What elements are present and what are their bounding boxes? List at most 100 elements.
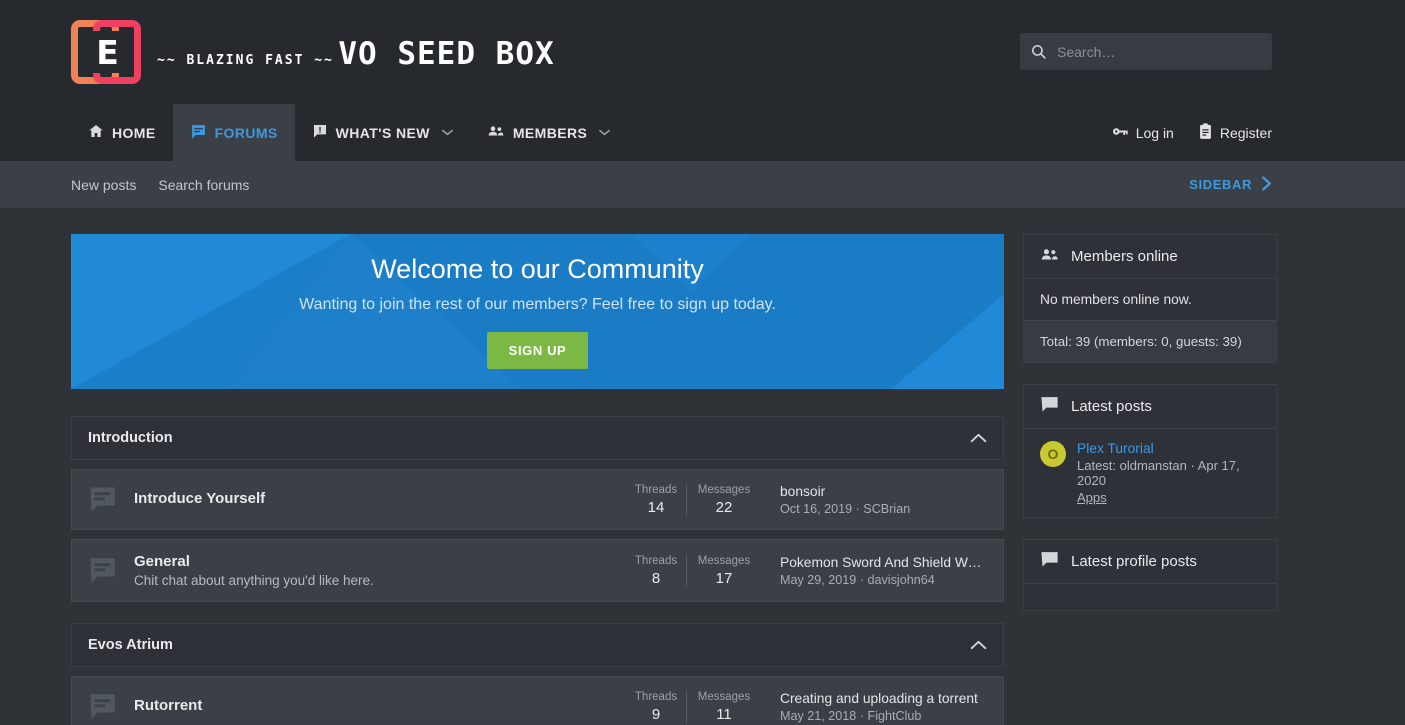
forum-title[interactable]: General (134, 553, 622, 570)
login-label: Log in (1135, 124, 1174, 141)
people-icon (1040, 246, 1059, 268)
threads-label: Threads (634, 554, 678, 567)
forum-latest: Pokemon Sword And Shield Would… May 29, … (780, 555, 987, 587)
latest-profile-posts-header: Latest profile posts (1024, 540, 1276, 584)
main-navigation: HOME FORUMS WHAT'S NEW MEMBERS Log in Re… (0, 104, 1405, 161)
forum-stats: Threads 8 Messages 17 (622, 554, 758, 587)
members-online-title: Members online (1071, 248, 1178, 265)
latest-profile-posts-body (1024, 584, 1276, 610)
sidebar-column: Members online No members online now. To… (1023, 234, 1277, 725)
forum-stats: Threads 9 Messages 11 (622, 690, 758, 723)
chevron-right-icon (1261, 175, 1272, 194)
comment-icon (1040, 551, 1059, 573)
members-online-block: Members online No members online now. To… (1023, 234, 1277, 363)
logo-name: VO SEED BOX (338, 36, 555, 73)
threads-value: 14 (647, 498, 665, 516)
messages-stat: Messages 22 (686, 483, 758, 516)
forum-description: Chit chat about anything you'd like here… (134, 573, 374, 588)
threads-stat: Threads 8 (622, 555, 690, 587)
forum-row[interactable]: Introduce Yourself Threads 14 Messages 2… (71, 469, 1004, 530)
chevron-up-icon[interactable] (970, 433, 987, 443)
members-online-body: No members online now. (1024, 279, 1276, 320)
latest-thread-meta: May 21, 2018 · FightClub (780, 708, 922, 723)
post-node-link[interactable]: Apps (1077, 490, 1260, 505)
register-link[interactable]: Register (1198, 122, 1272, 143)
latest-profile-posts-title: Latest profile posts (1071, 553, 1197, 570)
latest-thread-title[interactable]: Creating and uploading a torrent (780, 691, 987, 706)
messages-value: 22 (715, 498, 733, 516)
chevron-down-icon[interactable] (441, 128, 453, 138)
home-icon (88, 123, 104, 142)
threads-label: Threads (634, 690, 678, 703)
category-header[interactable]: Introduction (71, 416, 1004, 460)
sub-navigation: New posts Search forums SIDEBAR (0, 161, 1405, 208)
forum-latest: bonsoir Oct 16, 2019 · SCBrian (780, 484, 987, 516)
subnav-search-forums[interactable]: Search forums (158, 177, 249, 193)
auth-links: Log in Register (1112, 104, 1272, 161)
sidebar-toggle-label: SIDEBAR (1189, 177, 1252, 192)
messages-label: Messages (697, 483, 751, 496)
forum-stats: Threads 14 Messages 22 (622, 483, 758, 516)
latest-thread-title[interactable]: bonsoir (780, 484, 987, 499)
nav-item-home-label: HOME (112, 124, 156, 141)
sidebar-toggle[interactable]: SIDEBAR (1189, 175, 1272, 194)
messages-stat: Messages 11 (686, 690, 758, 723)
threads-stat: Threads 14 (622, 484, 690, 516)
nav-item-whats-new[interactable]: WHAT'S NEW (295, 104, 470, 161)
category-evos-atrium: Evos Atrium Rutorrent Threads 9 Messages… (71, 623, 1004, 725)
category-header[interactable]: Evos Atrium (71, 623, 1004, 667)
post-meta: Latest: oldmanstan · Apr 17, 2020 (1077, 458, 1240, 488)
nav-item-members[interactable]: MEMBERS (470, 104, 627, 161)
forum-row[interactable]: General Chit chat about anything you'd l… (71, 539, 1004, 602)
subnav-new-posts[interactable]: New posts (71, 177, 136, 193)
messages-value: 17 (715, 569, 733, 587)
latest-thread-title[interactable]: Pokemon Sword And Shield Would… (780, 555, 987, 570)
logo-tagline: ~~ BLAZING FAST ~~ (157, 53, 334, 69)
welcome-banner: Welcome to our Community Wanting to join… (71, 234, 1004, 389)
announcement-icon (312, 123, 328, 142)
people-icon (487, 122, 505, 143)
latest-profile-posts-block: Latest profile posts (1023, 539, 1277, 611)
category-title: Evos Atrium (88, 637, 173, 653)
site-logo[interactable]: E ~~ BLAZING FAST ~~ VO SEED BOX (71, 16, 555, 88)
comment-icon (1040, 396, 1059, 418)
forums-icon (190, 123, 207, 143)
search-input[interactable] (1057, 43, 1262, 60)
avatar[interactable]: O (1040, 441, 1066, 467)
chevron-down-icon[interactable] (599, 128, 611, 138)
messages-label: Messages (697, 690, 751, 703)
main-column: Welcome to our Community Wanting to join… (71, 234, 1004, 725)
banner-subtitle: Wanting to join the rest of our members?… (299, 296, 776, 313)
nav-items: HOME FORUMS WHAT'S NEW MEMBERS (71, 104, 627, 161)
threads-stat: Threads 9 (622, 691, 690, 723)
nav-item-forums[interactable]: FORUMS (172, 104, 295, 161)
clipboard-icon (1198, 122, 1213, 143)
latest-posts-header: Latest posts (1024, 385, 1276, 429)
category-title: Introduction (88, 430, 173, 446)
login-link[interactable]: Log in (1112, 124, 1174, 142)
messages-value: 11 (716, 705, 732, 723)
chevron-up-icon[interactable] (970, 640, 987, 650)
search-icon (1030, 43, 1047, 60)
forum-row[interactable]: Rutorrent Threads 9 Messages 11 Creating… (71, 676, 1004, 725)
latest-posts-block: Latest posts O Plex Turorial Latest: old… (1023, 384, 1277, 518)
members-online-header: Members online (1024, 235, 1276, 279)
nav-item-members-label: MEMBERS (512, 124, 588, 141)
key-icon (1112, 124, 1129, 142)
forum-bubble-icon (88, 692, 117, 721)
latest-thread-meta: May 29, 2019 · davisjohn64 (780, 572, 935, 587)
page-body: Welcome to our Community Wanting to join… (0, 208, 1405, 725)
forum-title[interactable]: Rutorrent (134, 697, 622, 714)
members-online-total: Total: 39 (members: 0, guests: 39) (1024, 320, 1276, 362)
threads-label: Threads (634, 483, 678, 496)
post-title[interactable]: Plex Turorial (1077, 441, 1260, 456)
category-introduction: Introduction Introduce Yourself Threads … (71, 416, 1004, 602)
nav-item-home[interactable]: HOME (71, 104, 173, 161)
latest-post-item[interactable]: O Plex Turorial Latest: oldmanstan · Apr… (1024, 429, 1276, 517)
latest-posts-title: Latest posts (1071, 398, 1152, 415)
search-box[interactable] (1020, 33, 1272, 70)
messages-stat: Messages 17 (686, 554, 758, 587)
sign-up-button[interactable]: SIGN UP (486, 332, 589, 369)
forum-title[interactable]: Introduce Yourself (134, 490, 622, 507)
messages-label: Messages (697, 554, 751, 567)
